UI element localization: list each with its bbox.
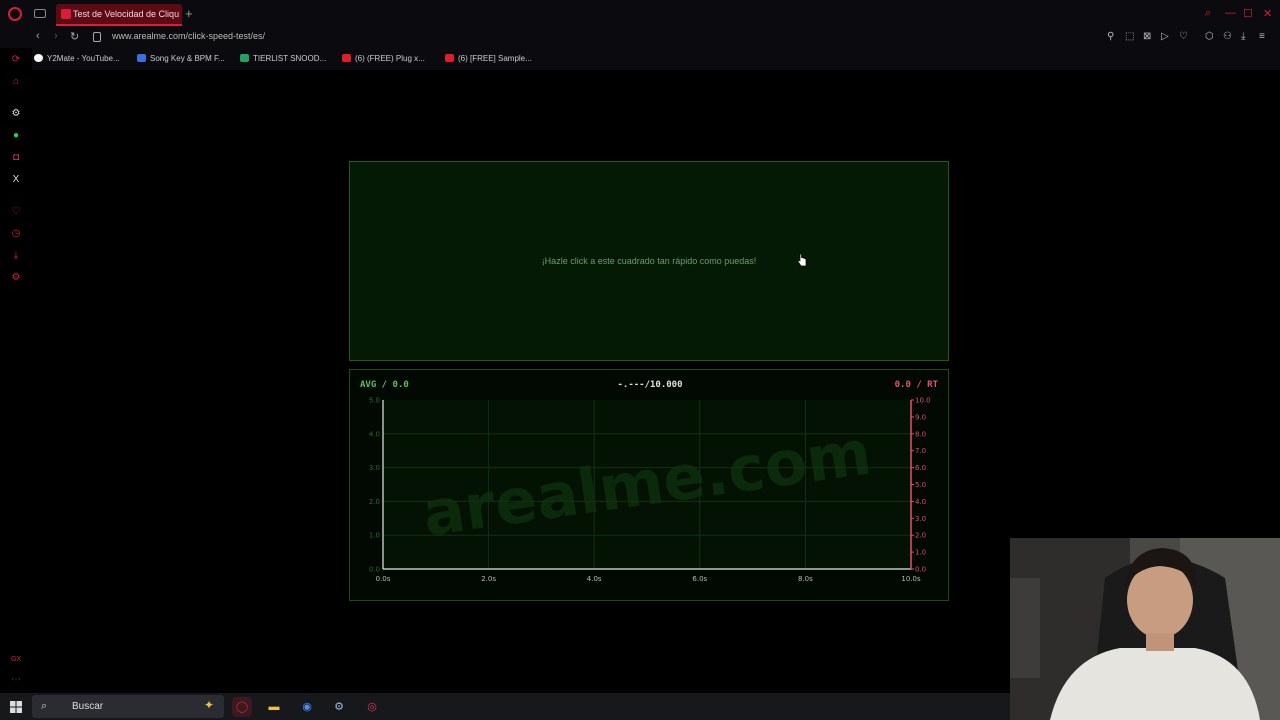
tab-menu-icon[interactable] (34, 9, 46, 18)
address-bar: ‹ › ↻ www.arealme.com/click-speed-test/e… (0, 28, 1280, 48)
x-tick-label: 6.0s (692, 575, 707, 583)
y-right-tick-label: 5.0 (915, 481, 926, 489)
y-left-tick-label: 3.0 (369, 464, 380, 472)
profile-icon[interactable]: ⚇ (1223, 31, 1232, 42)
bookmark-item[interactable]: Y2Mate - YouTube... (34, 54, 120, 63)
lock-icon (93, 32, 101, 42)
y-left-tick-label: 1.0 (369, 532, 380, 540)
adblock-icon[interactable]: ⊠ (1143, 31, 1151, 42)
windows-start-icon[interactable] (10, 701, 22, 713)
crypto-wallet-icon[interactable]: ⌂ (10, 76, 22, 88)
bookmark-item[interactable]: Song Key & BPM F... (137, 54, 225, 63)
bookmark-pin-icon[interactable]: ⚲ (1107, 31, 1114, 42)
downloads-icon[interactable]: ⤓ (10, 250, 22, 262)
search-tabs-icon[interactable]: ⌕ (1205, 7, 1211, 20)
download-icon[interactable]: ⤓ (1241, 31, 1245, 42)
y-left-tick-label: 0.0 (369, 566, 380, 574)
bookmark-label: Y2Mate - YouTube... (47, 54, 120, 63)
play-icon[interactable]: ▷ (1161, 31, 1169, 42)
y-right-tick-label: 1.0 (915, 549, 926, 557)
y-left-tick-label: 4.0 (369, 430, 380, 438)
windows-taskbar: ⌕ Buscar ✦ ◯ ▬ ◉ ⚙ ◎ (0, 693, 1010, 720)
active-tab[interactable]: Test de Velocidad de Cliqu (56, 4, 182, 26)
click-square[interactable]: ¡Hazle click a este cuadrado tan rápido … (349, 161, 949, 361)
click-prompt: ¡Hazle click a este cuadrado tan rápido … (541, 256, 757, 266)
x-twitter-icon[interactable]: X (10, 174, 22, 186)
streamer-webcam-image (1010, 538, 1280, 720)
history-icon[interactable]: ◷ (10, 228, 22, 240)
y-right-tick-label: 4.0 (915, 498, 926, 506)
y-right-tick-label: 10.0 (915, 397, 931, 405)
y-left-tick-label: 5.0 (369, 397, 380, 405)
close-icon[interactable]: ✕ (1263, 7, 1272, 20)
reload-icon[interactable]: ↻ (70, 30, 79, 43)
aria-icon[interactable]: ⟳ (10, 54, 22, 66)
x-tick-label: 0.0s (376, 575, 391, 583)
x-tick-label: 8.0s (798, 575, 813, 583)
extensions-icon[interactable]: ⬡ (1205, 31, 1214, 42)
x-tick-label: 4.0s (587, 575, 602, 583)
browser-tab-bar: Test de Velocidad de Cliqu + ⌕ — ☐ ✕ (0, 0, 1280, 28)
back-icon[interactable]: ‹ (36, 30, 40, 42)
y-right-tick-label: 2.0 (915, 532, 926, 540)
search-placeholder: Buscar (72, 701, 104, 712)
steam-icon[interactable]: ⚙ (329, 697, 349, 717)
bookmark-favicon-icon (137, 54, 146, 62)
y-left-tick-label: 2.0 (369, 498, 380, 506)
bookmark-favicon-icon (240, 54, 249, 62)
opera-gx-taskbar-icon[interactable]: ◯ (232, 697, 252, 717)
snapshot-icon[interactable]: ⬚ (1125, 31, 1134, 42)
instagram-icon[interactable]: ◘ (10, 152, 22, 164)
search-highlight-icon: ✦ (203, 698, 214, 712)
bookmark-label: (6) [FREE] Sample... (458, 54, 532, 63)
tab-favicon-icon (61, 9, 71, 19)
maximize-icon[interactable]: ☐ (1243, 7, 1253, 20)
bookmark-label: Song Key & BPM F... (150, 54, 225, 63)
bookmark-favicon-icon (34, 54, 43, 62)
y-right-tick-label: 6.0 (915, 464, 926, 472)
hand-cursor-icon (797, 253, 807, 267)
bookmarks-bar: Y2Mate - YouTube... Song Key & BPM F... … (0, 48, 1280, 70)
bookmark-favicon-icon (445, 54, 454, 62)
click-chart-panel: AVG / 0.0 -.---/10.000 0.0 / RT arealme.… (349, 369, 949, 601)
new-tab-button[interactable]: + (185, 6, 193, 21)
more-icon[interactable]: ⋯ (10, 674, 22, 686)
bookmark-item[interactable]: (6) (FREE) Plug x... (342, 54, 425, 63)
minimize-icon[interactable]: — (1225, 7, 1236, 19)
heart-icon[interactable]: ♡ (1179, 31, 1188, 42)
bookmark-label: (6) (FREE) Plug x... (355, 54, 425, 63)
bookmark-item[interactable]: TIERLIST SNOOD... (240, 54, 326, 63)
search-icon: ⌕ (41, 700, 48, 712)
gx-logo-icon: GX (10, 656, 22, 663)
opera-sidebar: ⟳ ⌂ ⚙ ● ◘ X ♡ ◷ ⤓ ⚙ GX ⋯ (0, 48, 32, 693)
y-right-tick-label: 9.0 (915, 413, 926, 421)
app-icon[interactable]: ◎ (362, 697, 382, 717)
x-tick-label: 2.0s (481, 575, 496, 583)
file-explorer-icon[interactable]: ▬ (264, 697, 284, 717)
chatgpt-icon[interactable]: ⚙ (10, 108, 22, 120)
favorites-heart-icon[interactable]: ♡ (10, 206, 22, 218)
y-right-tick-label: 0.0 (915, 566, 926, 574)
click-rate-chart: arealme.com0.0s 2.0s 4.0s 6.0s 8.0s 10.0s0.01… (369, 397, 931, 584)
y-right-tick-label: 7.0 (915, 447, 926, 455)
menu-icon[interactable]: ≡ (1259, 31, 1265, 42)
webcam-overlay (1010, 538, 1280, 720)
taskbar-search-input[interactable]: ⌕ Buscar ✦ (32, 695, 224, 718)
settings-gear-icon[interactable]: ⚙ (10, 272, 22, 284)
bookmark-favicon-icon (342, 54, 351, 62)
url-field[interactable]: www.arealme.com/click-speed-test/es/ (112, 31, 265, 41)
x-tick-label: 10.0s (901, 575, 921, 583)
y-right-tick-label: 8.0 (915, 430, 926, 438)
bookmark-label: TIERLIST SNOOD... (253, 54, 327, 63)
y-right-tick-label: 3.0 (915, 515, 926, 523)
bookmark-item[interactable]: (6) [FREE] Sample... (445, 54, 532, 63)
opera-logo-icon[interactable] (8, 7, 22, 21)
whatsapp-icon[interactable]: ● (10, 130, 22, 142)
tab-title: Test de Velocidad de Cliqu (73, 9, 179, 19)
forward-icon[interactable]: › (54, 30, 58, 42)
chrome-icon[interactable]: ◉ (297, 697, 317, 717)
